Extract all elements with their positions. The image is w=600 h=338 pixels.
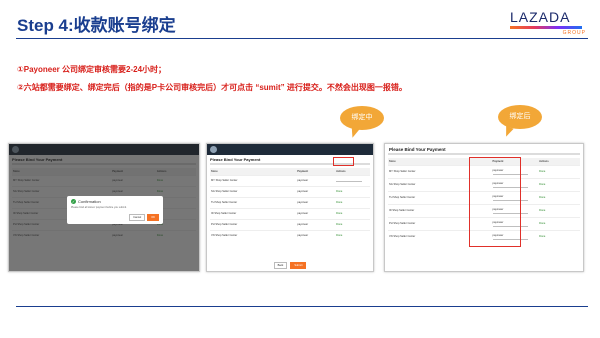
panel-title: Please Bind Your Payment [389, 147, 446, 152]
dialog-header: ✓ Confirmation [71, 199, 159, 204]
form-buttons: Back Submit [207, 262, 373, 269]
lazada-logo: LAZADA GROUP [510, 9, 586, 37]
table-row: VN Shop Seller CenterpayoneerDone [210, 229, 370, 241]
cancel-button[interactable]: Cancel [129, 214, 146, 221]
panel-topbar [207, 144, 373, 155]
panel-subtext [388, 153, 580, 155]
callout-binding: 绑定中 [340, 106, 384, 130]
highlight-binding-status [333, 157, 354, 166]
table-header: StorePaymentActions [210, 168, 370, 175]
back-button[interactable]: Back [273, 262, 288, 269]
table-row: TH Shop Seller CenterpayoneerDone [210, 196, 370, 208]
title-divider [16, 38, 588, 39]
submit-button[interactable]: Submit [290, 262, 307, 269]
logo-bar [510, 26, 582, 29]
confirmation-dialog: ✓ Confirmation Please bind all stores' p… [67, 196, 163, 224]
page-title: Step 4:收款账号绑定 [17, 16, 176, 35]
dialog-title: Confirmation [78, 199, 101, 204]
store-table: StorePaymentActions MY Shop Seller Cente… [210, 168, 370, 241]
dialog-buttons: Cancel OK [129, 214, 159, 221]
logo-word: LAZADA [510, 9, 571, 25]
footer-divider [16, 306, 588, 307]
note-bind-all-sites: ②六站都需要绑定、绑定完后（指的是P卡公司审核完后）才可点击 “sumit” 进… [17, 83, 407, 92]
table-row: PH Shop Seller CenterpayoneerDone [210, 218, 370, 230]
logo-dot [210, 146, 217, 153]
callout-bound: 绑定后 [498, 105, 542, 129]
highlight-bound-payments [469, 157, 521, 247]
dialog-message: Please bind all stores' payment before y… [71, 206, 127, 209]
check-circle-icon: ✓ [71, 199, 76, 204]
table-row: MY Shop Seller Center payoneer [210, 174, 370, 186]
logo-group: GROUP [562, 30, 586, 36]
table-row: SG Shop Seller CenterpayoneerDone [210, 185, 370, 197]
note-review-time: ①Payoneer 公司绑定审核需要2-24小时； [17, 65, 167, 74]
table-row: ID Shop Seller CenterpayoneerDone [210, 207, 370, 219]
screenshot-error-dialog: Please Bind Your Payment StorePaymentAct… [8, 143, 200, 272]
ok-button[interactable]: OK [147, 214, 159, 221]
